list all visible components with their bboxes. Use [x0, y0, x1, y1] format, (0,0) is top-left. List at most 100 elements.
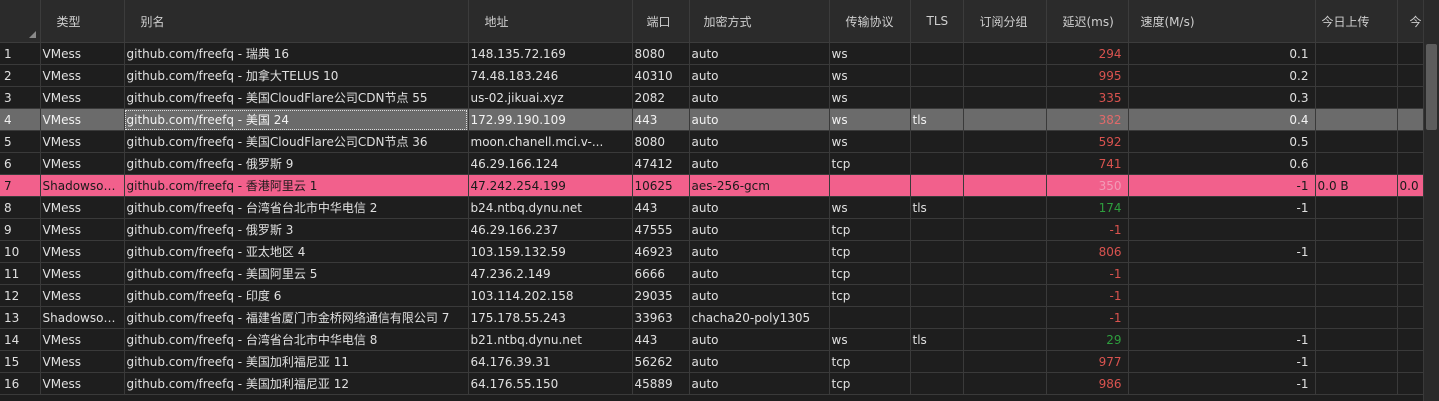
- table-row[interactable]: 4 VMess github.com/freefq - 美国 24 172.99.19…: [0, 108, 1424, 131]
- table-row[interactable]: 16 VMess github.com/freefq - 美国加利福尼亚 12 64.…: [0, 372, 1424, 395]
- cell-latency: 294: [1046, 42, 1129, 65]
- table-row[interactable]: 5 VMess github.com/freefq - 美国CloudFlare公司…: [0, 130, 1424, 153]
- cell-tls: [910, 42, 964, 65]
- cell-group: [963, 64, 1047, 87]
- row-number: 3: [0, 86, 41, 109]
- table-row[interactable]: 6 VMess github.com/freefq - 俄罗斯 9 46.29.166…: [0, 152, 1424, 175]
- cell-speed: -1: [1128, 372, 1316, 395]
- cell-port: 47412: [632, 152, 690, 175]
- cell-encryption: auto: [689, 42, 830, 65]
- cell-type: VMess: [40, 86, 125, 109]
- cell-alias: github.com/freefq - 美国 24: [124, 108, 469, 131]
- column-header-port[interactable]: 端口: [632, 0, 690, 43]
- cell-address: 46.29.166.124: [468, 152, 633, 175]
- cell-group: [963, 240, 1047, 263]
- column-header-address[interactable]: 地址: [468, 0, 633, 43]
- cell-port: 8080: [632, 42, 690, 65]
- table-row[interactable]: 9 VMess github.com/freefq - 俄罗斯 3 46.29.166…: [0, 218, 1424, 241]
- column-header-tls[interactable]: TLS: [910, 0, 964, 43]
- cell-tls: [910, 240, 964, 263]
- cell-transport: tcp: [829, 240, 911, 263]
- cell-transport: ws: [829, 64, 911, 87]
- column-header-group[interactable]: 订阅分组: [963, 0, 1047, 43]
- table-row[interactable]: 15 VMess github.com/freefq - 美国加利福尼亚 11 64.…: [0, 350, 1424, 373]
- cell-speed: -1: [1128, 328, 1316, 351]
- cell-encryption: chacha20-poly1305: [689, 306, 830, 329]
- row-number: 2: [0, 64, 41, 87]
- cell-today-download: [1397, 328, 1424, 351]
- cell-today-download: [1397, 196, 1424, 219]
- cell-type: VMess: [40, 350, 125, 373]
- select-all-corner[interactable]: [0, 0, 41, 43]
- table-row[interactable]: 2 VMess github.com/freefq - 加拿大TELUS 10 74.…: [0, 64, 1424, 87]
- cell-today-upload: [1315, 152, 1398, 175]
- cell-speed: 0.1: [1128, 42, 1316, 65]
- cell-speed: [1128, 284, 1316, 307]
- cell-encryption: auto: [689, 86, 830, 109]
- cell-address: 103.159.132.59: [468, 240, 633, 263]
- column-header-speed[interactable]: 速度(M/s): [1128, 0, 1316, 43]
- cell-type: VMess: [40, 218, 125, 241]
- cell-group: [963, 262, 1047, 285]
- column-header-transport[interactable]: 传输协议: [829, 0, 911, 43]
- cell-speed: -1: [1128, 174, 1316, 197]
- row-number: 11: [0, 262, 41, 285]
- cell-port: 40310: [632, 64, 690, 87]
- cell-speed: [1128, 218, 1316, 241]
- cell-port: 33963: [632, 306, 690, 329]
- row-number: 7: [0, 174, 41, 197]
- table-row[interactable]: 14 VMess github.com/freefq - 台湾省台北市中华电信 8b…: [0, 328, 1424, 351]
- cell-tls: [910, 218, 964, 241]
- table-row[interactable]: 12 VMess github.com/freefq - 印度 6 103.114.2…: [0, 284, 1424, 307]
- server-list-grid[interactable]: 类型 别名 地址 端口 加密方式 传输协议 TLS 订阅分组 延迟(ms) 速度…: [0, 0, 1424, 401]
- table-row[interactable]: 11 VMess github.com/freefq - 美国阿里云 5 47.236…: [0, 262, 1424, 285]
- cell-address: b24.ntbq.dynu.net: [468, 196, 633, 219]
- cell-encryption: auto: [689, 240, 830, 263]
- cell-type: VMess: [40, 262, 125, 285]
- cell-today-download: [1397, 42, 1424, 65]
- cell-tls: [910, 130, 964, 153]
- cell-today-upload: [1315, 350, 1398, 373]
- cell-address: 64.176.55.150: [468, 372, 633, 395]
- cell-today-upload: [1315, 240, 1398, 263]
- column-header-today-download[interactable]: 今: [1397, 0, 1424, 43]
- column-header-today-upload[interactable]: 今日上传: [1315, 0, 1398, 43]
- cell-today-download: [1397, 240, 1424, 263]
- cell-address: 46.29.166.237: [468, 218, 633, 241]
- cell-latency: -1: [1046, 284, 1129, 307]
- cell-transport: [829, 174, 911, 197]
- cell-today-upload: [1315, 42, 1398, 65]
- cell-port: 443: [632, 196, 690, 219]
- vertical-scrollbar[interactable]: [1423, 0, 1439, 401]
- cell-transport: ws: [829, 130, 911, 153]
- cell-alias: github.com/freefq - 福建省厦门市金桥网络通信有限公司 7: [124, 306, 469, 329]
- cell-today-download: [1397, 372, 1424, 395]
- column-header-encryption[interactable]: 加密方式: [689, 0, 830, 43]
- cell-type: VMess: [40, 284, 125, 307]
- cell-encryption: auto: [689, 130, 830, 153]
- column-header-type[interactable]: 类型: [40, 0, 125, 43]
- cell-group: [963, 350, 1047, 373]
- table-row[interactable]: 1 VMess github.com/freefq - 瑞典 16 148.135.7…: [0, 42, 1424, 65]
- cell-port: 45889: [632, 372, 690, 395]
- cell-latency: 174: [1046, 196, 1129, 219]
- table-row[interactable]: 7 Shadowsocks github.com/freefq - 香港阿里云 14…: [0, 174, 1424, 197]
- cell-today-upload: [1315, 130, 1398, 153]
- table-row[interactable]: 3 VMess github.com/freefq - 美国CloudFlare公司…: [0, 86, 1424, 109]
- cell-group: [963, 174, 1047, 197]
- table-row[interactable]: 13 Shadowsocks github.com/freefq - 福建省厦门市金…: [0, 306, 1424, 329]
- scrollbar-thumb[interactable]: [1426, 44, 1437, 130]
- column-header-alias[interactable]: 别名: [124, 0, 469, 43]
- cell-today-download: [1397, 284, 1424, 307]
- cell-group: [963, 152, 1047, 175]
- cell-alias: github.com/freefq - 香港阿里云 1: [124, 174, 469, 197]
- cell-port: 6666: [632, 262, 690, 285]
- cell-transport: tcp: [829, 218, 911, 241]
- cell-alias: github.com/freefq - 台湾省台北市中华电信 8: [124, 328, 469, 351]
- table-row[interactable]: 8 VMess github.com/freefq - 台湾省台北市中华电信 2 b2…: [0, 196, 1424, 219]
- column-header-latency[interactable]: 延迟(ms): [1046, 0, 1129, 43]
- cell-tls: [910, 284, 964, 307]
- table-row[interactable]: 10 VMess github.com/freefq - 亚太地区 4 103.159…: [0, 240, 1424, 263]
- cell-encryption: auto: [689, 152, 830, 175]
- cell-alias: github.com/freefq - 印度 6: [124, 284, 469, 307]
